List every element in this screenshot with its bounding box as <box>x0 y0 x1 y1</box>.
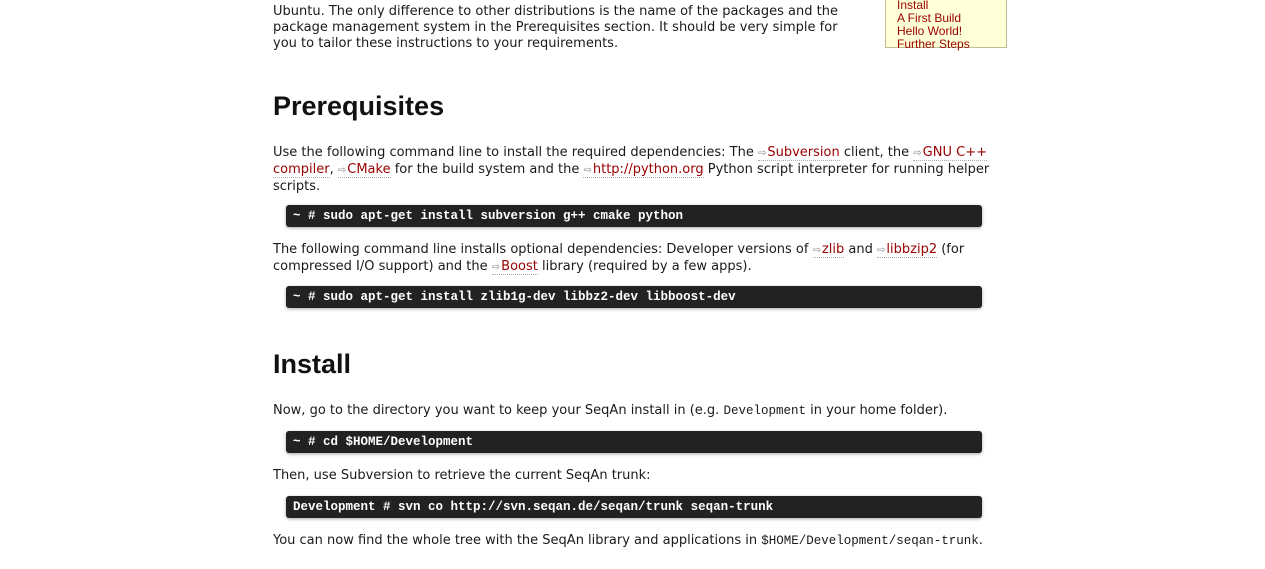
external-link-icon: ⇨ <box>337 165 347 176</box>
install-directory-paragraph: Now, go to the directory you want to kee… <box>273 403 948 418</box>
table-of-contents: Install A First Build Hello World! Furth… <box>885 0 1007 51</box>
optional-dependencies-paragraph: The following command line installs opti… <box>273 242 965 275</box>
toc-item-further-steps[interactable]: Further Steps <box>897 38 1006 51</box>
inline-code-development: Development <box>723 404 806 418</box>
command-install-optional: ~ # sudo apt-get install zlib1g-dev libb… <box>286 286 982 308</box>
command-install-required: ~ # sudo apt-get install subversion g++ … <box>286 205 982 227</box>
whole-tree-paragraph: You can now find the whole tree with the… <box>273 533 983 548</box>
subversion-link[interactable]: ⇨Subversion <box>757 145 840 161</box>
external-link-icon: ⇨ <box>491 262 501 273</box>
prerequisites-heading: Prerequisites <box>273 91 445 121</box>
boost-link[interactable]: ⇨Boost <box>491 259 538 275</box>
libbzip2-link[interactable]: ⇨libbzip2 <box>877 242 938 258</box>
cmake-link[interactable]: ⇨CMake <box>337 162 391 178</box>
inline-code-seqan-trunk-path: $HOME/Development/seqan-trunk <box>761 534 979 548</box>
prerequisites-paragraph: Use the following command line to instal… <box>273 145 990 194</box>
intro-paragraph: Ubuntu. The only difference to other dis… <box>273 4 838 51</box>
external-link-icon: ⇨ <box>913 148 922 159</box>
external-link-icon: ⇨ <box>757 148 767 159</box>
install-heading: Install <box>273 349 352 379</box>
external-link-icon: ⇨ <box>877 245 886 256</box>
python-link[interactable]: ⇨http://python.org <box>583 162 704 178</box>
subversion-retrieve-paragraph: Then, use Subversion to retrieve the cur… <box>273 468 651 483</box>
command-svn-checkout: Development # svn co http://svn.seqan.de… <box>286 496 982 518</box>
external-link-icon: ⇨ <box>583 165 592 176</box>
command-cd-development: ~ # cd $HOME/Development <box>286 431 982 453</box>
zlib-link[interactable]: ⇨zlib <box>812 242 845 258</box>
external-link-icon: ⇨ <box>812 245 821 256</box>
